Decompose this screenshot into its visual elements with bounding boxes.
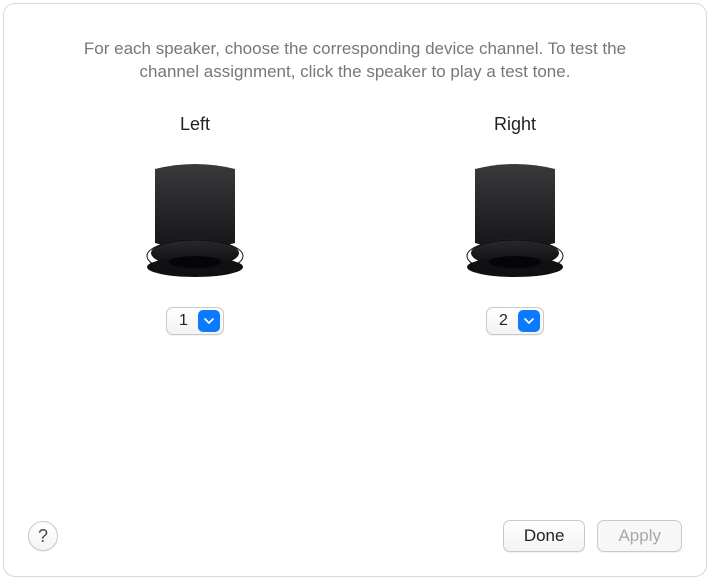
channel-select-left[interactable]: 1 (166, 307, 224, 335)
help-icon: ? (38, 526, 48, 547)
speaker-left-test-button[interactable] (139, 161, 251, 279)
apply-button: Apply (597, 520, 682, 552)
channel-select-right-value: 2 (487, 312, 518, 330)
speaker-right-label: Right (494, 114, 536, 135)
speaker-icon (139, 161, 251, 279)
speakers-row: Left (44, 114, 666, 335)
instructions-text: For each speaker, choose the correspondi… (75, 38, 635, 84)
speaker-left-label: Left (180, 114, 210, 135)
help-button[interactable]: ? (28, 521, 58, 551)
speaker-config-window: For each speaker, choose the correspondi… (3, 3, 707, 577)
done-button[interactable]: Done (503, 520, 586, 552)
channel-select-right[interactable]: 2 (486, 307, 544, 335)
footer-bar: ? Done Apply (28, 520, 682, 552)
chevron-down-icon (198, 310, 220, 332)
speaker-right-column: Right (445, 114, 585, 335)
speaker-right-test-button[interactable] (459, 161, 571, 279)
speaker-icon (459, 161, 571, 279)
speaker-left-column: Left (125, 114, 265, 335)
channel-select-left-value: 1 (167, 312, 198, 330)
chevron-down-icon (518, 310, 540, 332)
